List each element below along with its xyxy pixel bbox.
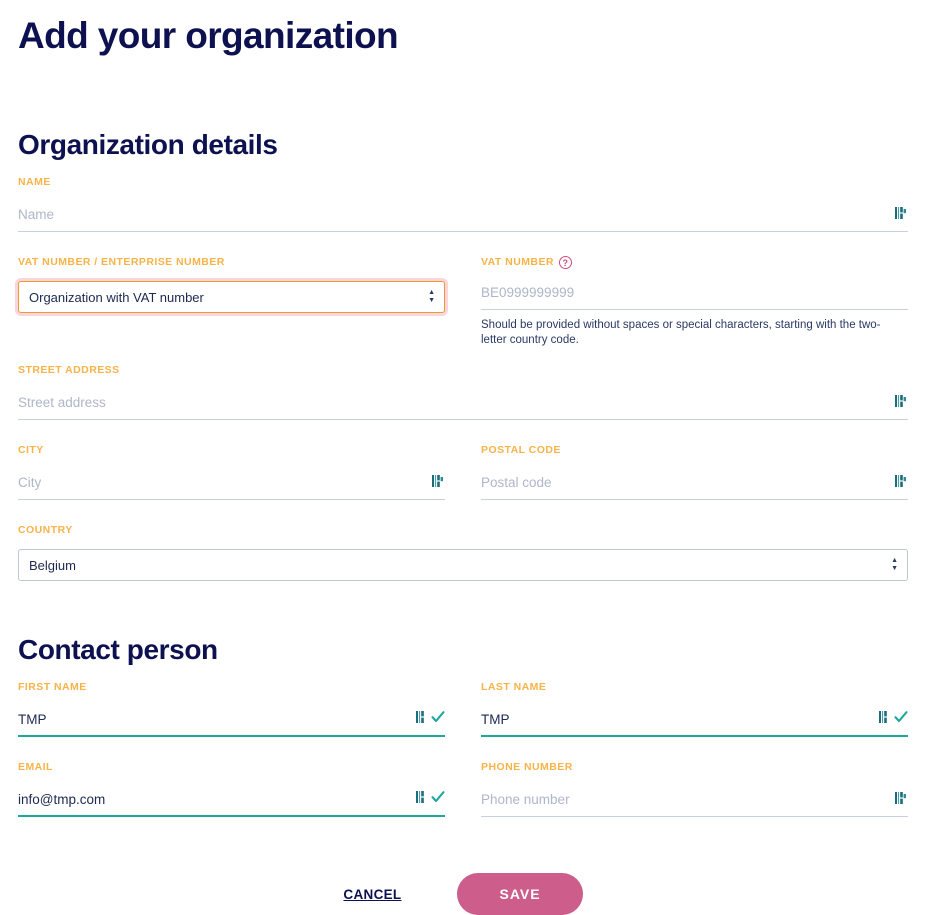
name-input-adornments bbox=[895, 206, 908, 228]
vat-type-select[interactable]: Organization with VAT number Organizatio… bbox=[18, 281, 445, 313]
label-vat-number-text: VAT NUMBER bbox=[481, 256, 554, 268]
city-input[interactable] bbox=[18, 475, 432, 494]
vat-number-input[interactable] bbox=[481, 285, 908, 304]
field-name: NAME bbox=[18, 176, 908, 232]
country-select[interactable]: Belgium Netherlands France Germany Luxem… bbox=[18, 549, 908, 581]
page-title: Add your organization bbox=[18, 15, 399, 56]
password-bars-icon[interactable] bbox=[416, 790, 429, 809]
email-input-wrap[interactable] bbox=[18, 787, 445, 817]
label-email: EMAIL bbox=[18, 761, 445, 774]
label-vat-number: VAT NUMBER ? bbox=[481, 256, 908, 269]
field-email: EMAIL bbox=[18, 761, 445, 817]
form-row-city-postal: CITY City POSTAL CODE Postal code bbox=[18, 444, 908, 500]
form-actions: CANCEL SAVE bbox=[18, 873, 908, 915]
field-last-name: LAST NAME bbox=[481, 681, 908, 737]
password-bars-icon[interactable] bbox=[895, 474, 908, 493]
label-postal-code: POSTAL CODE bbox=[481, 444, 908, 457]
name-input-wrap[interactable] bbox=[18, 202, 908, 232]
label-phone-number-text: PHONE NUMBER bbox=[481, 761, 573, 773]
password-bars-icon[interactable] bbox=[895, 206, 908, 225]
vat-number-input-wrap[interactable] bbox=[481, 280, 908, 310]
label-postal-code-text: POSTAL CODE bbox=[481, 444, 561, 456]
question-mark-icon[interactable]: ? bbox=[558, 256, 572, 269]
password-bars-icon[interactable] bbox=[416, 710, 429, 729]
last-name-input-wrap[interactable] bbox=[481, 707, 908, 737]
first-name-input[interactable] bbox=[18, 711, 416, 731]
label-country: COUNTRY bbox=[18, 524, 908, 537]
password-bars-icon[interactable] bbox=[895, 394, 908, 413]
email-adornments bbox=[416, 790, 445, 812]
first-name-adornments bbox=[416, 710, 445, 732]
label-name: NAME bbox=[18, 176, 908, 189]
field-street-address: STREET ADDRESS bbox=[18, 364, 908, 420]
form-row-names: FIRST NAME TMP LAST NAME TMP bbox=[18, 681, 908, 737]
vat-number-hint: Should be provided without spaces or spe… bbox=[481, 319, 881, 346]
label-email-text: EMAIL bbox=[18, 761, 53, 773]
label-last-name: LAST NAME bbox=[481, 681, 908, 694]
check-icon bbox=[431, 790, 445, 809]
email-input[interactable] bbox=[18, 791, 416, 811]
add-organization-page: Add your organization Organization detai… bbox=[0, 0, 926, 915]
label-vat-type: VAT NUMBER / ENTERPRISE NUMBER bbox=[18, 256, 445, 269]
label-last-name-text: LAST NAME bbox=[481, 681, 547, 693]
label-street-address-text: STREET ADDRESS bbox=[18, 364, 120, 376]
label-first-name: FIRST NAME bbox=[18, 681, 445, 694]
field-postal-code: POSTAL CODE bbox=[481, 444, 908, 500]
contact-person-heading: Contact person bbox=[18, 634, 218, 665]
last-name-input[interactable] bbox=[481, 711, 879, 731]
password-bars-icon[interactable] bbox=[432, 474, 445, 493]
vat-type-select-wrap[interactable]: Organization with VAT number Organizatio… bbox=[18, 281, 445, 313]
field-vat-type: VAT NUMBER / ENTERPRISE NUMBER Organizat… bbox=[18, 256, 445, 348]
street-address-adornments bbox=[895, 394, 908, 416]
form-row-name: NAME bbox=[18, 176, 908, 232]
label-country-text: COUNTRY bbox=[18, 524, 73, 536]
postal-code-input-wrap[interactable] bbox=[481, 470, 908, 500]
street-address-input-wrap[interactable] bbox=[18, 390, 908, 420]
label-vat-type-text: VAT NUMBER / ENTERPRISE NUMBER bbox=[18, 256, 225, 268]
city-input-wrap[interactable] bbox=[18, 470, 445, 500]
form-row-email-phone: EMAIL info@tmp.com PHONE NUMBER Phone nu… bbox=[18, 761, 908, 817]
field-phone-number: PHONE NUMBER bbox=[481, 761, 908, 817]
postal-code-adornments bbox=[895, 474, 908, 496]
name-input[interactable] bbox=[18, 207, 895, 226]
field-vat-number: VAT NUMBER ? Should be provided without … bbox=[481, 256, 908, 348]
postal-code-input[interactable] bbox=[481, 475, 895, 494]
field-city: CITY bbox=[18, 444, 445, 500]
label-city: CITY bbox=[18, 444, 445, 457]
field-country: COUNTRY Belgium Netherlands France Germa… bbox=[18, 524, 908, 581]
last-name-adornments bbox=[879, 710, 908, 732]
organization-details-heading: Organization details bbox=[18, 129, 278, 160]
password-bars-icon[interactable] bbox=[879, 710, 892, 729]
street-address-input[interactable] bbox=[18, 395, 895, 414]
password-bars-icon[interactable] bbox=[895, 791, 908, 810]
save-button[interactable]: SAVE bbox=[457, 873, 583, 915]
check-icon bbox=[431, 710, 445, 729]
label-phone-number: PHONE NUMBER bbox=[481, 761, 908, 774]
city-adornments bbox=[432, 474, 445, 496]
label-city-text: CITY bbox=[18, 444, 44, 456]
check-icon bbox=[894, 710, 908, 729]
label-first-name-text: FIRST NAME bbox=[18, 681, 87, 693]
label-street-address: STREET ADDRESS bbox=[18, 364, 908, 377]
phone-number-adornments bbox=[895, 791, 908, 813]
first-name-input-wrap[interactable] bbox=[18, 707, 445, 737]
phone-number-input[interactable] bbox=[481, 792, 895, 811]
cancel-button[interactable]: CANCEL bbox=[343, 887, 401, 902]
form-row-country: COUNTRY Belgium Netherlands France Germa… bbox=[18, 524, 908, 581]
form-row-street-address: STREET ADDRESS bbox=[18, 364, 908, 420]
phone-number-input-wrap[interactable] bbox=[481, 787, 908, 817]
field-first-name: FIRST NAME bbox=[18, 681, 445, 737]
form-row-vat: VAT NUMBER / ENTERPRISE NUMBER Organizat… bbox=[18, 256, 908, 348]
label-name-text: NAME bbox=[18, 176, 51, 188]
country-select-wrap[interactable]: Belgium Netherlands France Germany Luxem… bbox=[18, 549, 908, 581]
